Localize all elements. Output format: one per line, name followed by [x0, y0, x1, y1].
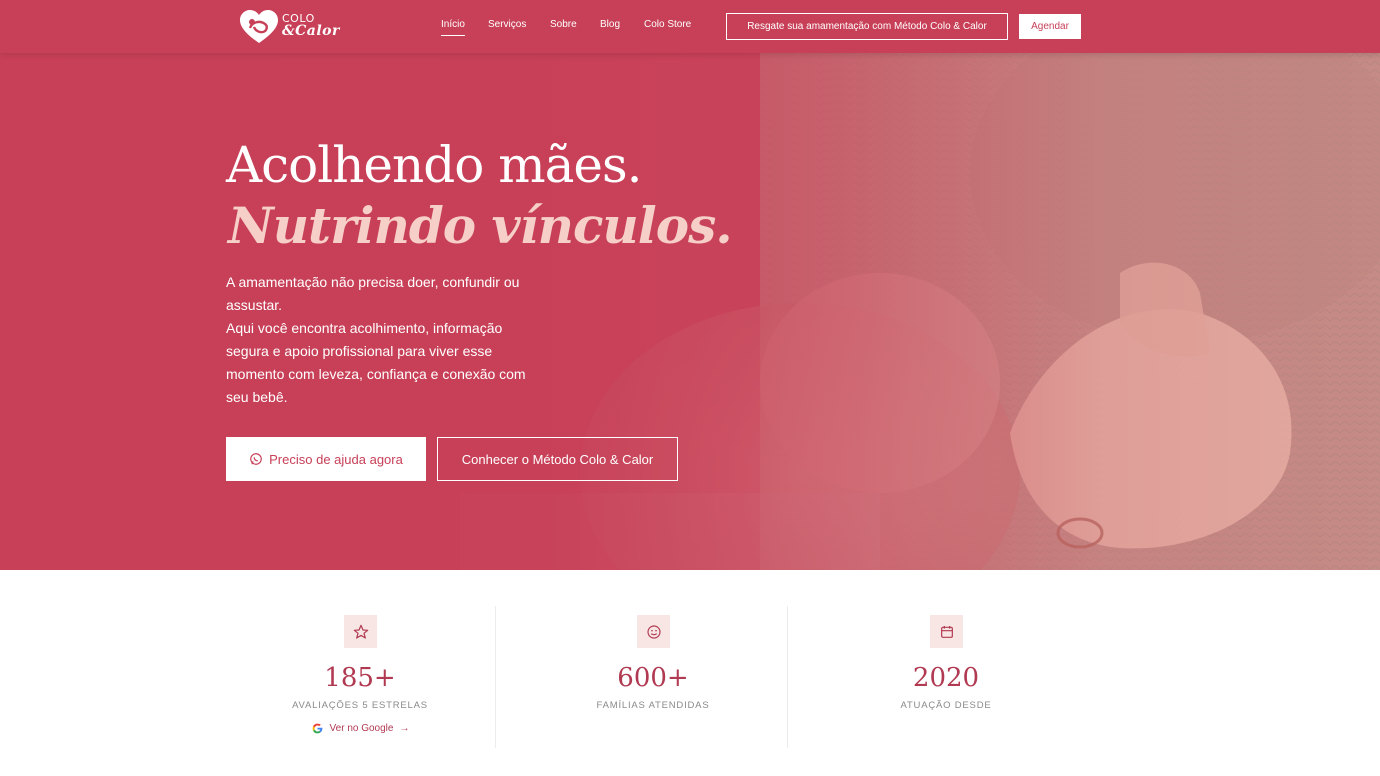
stat-label: ATUAÇÃO DESDE [900, 700, 992, 711]
stat-value: 600+ [617, 663, 689, 693]
star-icon [344, 615, 377, 648]
calendar-icon [930, 615, 963, 648]
smile-icon [637, 615, 670, 648]
logo-line-2: &Calor [282, 23, 340, 39]
stat-label: AVALIAÇÕES 5 ESTRELAS [292, 700, 428, 711]
stat-divider [495, 606, 496, 748]
hero-paragraph-2: Aqui você encontra acolhimento, informaç… [226, 320, 526, 405]
stats-section: 185+ AVALIAÇÕES 5 ESTRELAS Ver no Google… [0, 570, 1380, 776]
top-navigation-bar: COLO &Calor Início Serviços Sobre Blog C… [0, 0, 1380, 53]
heart-logo-icon [240, 10, 278, 43]
nav-item-colo-store[interactable]: Colo Store [644, 19, 691, 30]
stat-atuacao: 2020 ATUAÇÃO DESDE [800, 570, 1092, 750]
hero-description: A amamentação não precisa doer, confundi… [226, 271, 546, 409]
whatsapp-icon [250, 453, 262, 465]
nav-item-sobre[interactable]: Sobre [550, 19, 577, 30]
conhecer-metodo-button[interactable]: Conhecer o Método Colo & Calor [437, 437, 678, 481]
hero-section: Acolhendo mães. Nutrindo vínculos. A ama… [0, 53, 1380, 570]
stat-value: 185+ [324, 663, 396, 693]
ver-no-google-link[interactable]: Ver no Google → [214, 722, 506, 735]
preciso-ajuda-button[interactable]: Preciso de ajuda agora [226, 437, 426, 481]
hero-title: Acolhendo mães. [226, 136, 643, 194]
stat-avaliacoes: 185+ AVALIAÇÕES 5 ESTRELAS Ver no Google… [214, 570, 506, 750]
stat-familias: 600+ FAMÍLIAS ATENDIDAS [507, 570, 799, 750]
google-icon [312, 723, 322, 734]
arrow-right-icon: → [399, 723, 410, 734]
agendar-button[interactable]: Agendar [1019, 14, 1081, 39]
hero-paragraph-1: A amamentação não precisa doer, confundi… [226, 274, 520, 313]
preciso-ajuda-label: Preciso de ajuda agora [269, 451, 403, 467]
nav-item-servicos[interactable]: Serviços [488, 19, 526, 30]
hero-subtitle: Nutrindo vínculos. [228, 196, 733, 255]
logo-wordmark: COLO &Calor [282, 12, 340, 38]
stat-value: 2020 [912, 663, 980, 693]
resgate-metodo-button[interactable]: Resgate sua amamentação com Método Colo … [726, 13, 1008, 40]
colo-calor-logo[interactable]: COLO &Calor [238, 8, 348, 46]
stat-label: FAMÍLIAS ATENDIDAS [596, 700, 710, 711]
ver-no-google-label: Ver no Google [329, 723, 394, 734]
nav-item-blog[interactable]: Blog [600, 19, 620, 30]
nav-item-inicio[interactable]: Início [441, 19, 465, 36]
stat-divider [787, 606, 788, 748]
hero-overlay [0, 53, 1380, 570]
